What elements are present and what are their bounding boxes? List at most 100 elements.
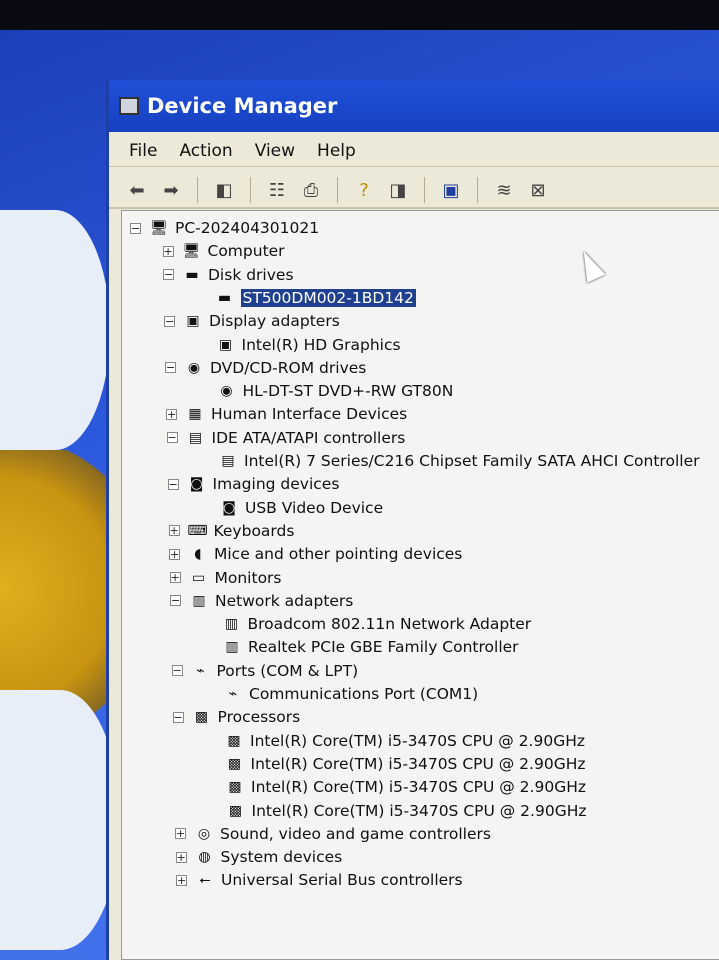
toolbar: ⬅ ➡ ◧ ☷ ⎙ ? ◨ ▣ ≋ ⊠ — [109, 167, 719, 209]
disk-drive-icon: ▬ — [185, 266, 199, 283]
tree-device[interactable]: ▩ Intel(R) Core(TM) i5-3470S CPU @ 2.90GH… — [205, 730, 585, 752]
uninstall-icon[interactable]: ⊠ — [526, 179, 550, 201]
tree-device[interactable]: ▥ Broadcom 802.11n Network Adapter — [203, 613, 531, 635]
print-icon[interactable]: ⎙ — [299, 179, 323, 201]
tree-category[interactable]: + ◎ Sound, video and game controllers — [175, 823, 491, 845]
collapse-icon[interactable]: − — [171, 665, 183, 677]
tree-device[interactable]: ▣ Intel(R) HD Graphics — [197, 334, 401, 356]
menu-file[interactable]: File — [129, 141, 157, 161]
tree-device[interactable]: ▩ Intel(R) Core(TM) i5-3470S CPU @ 2.90GH… — [206, 753, 586, 775]
tree-item-label: Intel(R) Core(TM) i5-3470S CPU @ 2.90GHz — [250, 731, 585, 750]
expand-icon[interactable]: + — [175, 851, 187, 863]
tree-item-label: Sound, video and game controllers — [220, 824, 491, 843]
tree-category[interactable]: − ⌁ Ports (COM & LPT) — [171, 660, 359, 682]
collapse-icon[interactable]: − — [170, 595, 181, 607]
tree-item-label: Communications Port (COM1) — [249, 685, 479, 703]
port-icon: ⌁ — [196, 662, 205, 679]
tree-category[interactable]: + ◍ System devices — [175, 846, 343, 868]
expand-icon[interactable]: + — [168, 525, 180, 537]
display-adapter-icon: ▣ — [218, 336, 233, 353]
processor-icon: ▩ — [194, 709, 209, 726]
tree-category[interactable]: − ◙ Imaging devices — [167, 473, 339, 495]
show-hide-action-pane-icon[interactable]: ◨ — [386, 179, 410, 201]
scan-hardware-icon[interactable]: ▣ — [439, 179, 463, 201]
toolbar-separator — [337, 177, 338, 203]
window-title: Device Manager — [147, 94, 338, 118]
tree-device[interactable]: ▬ ST500DM002-1BD142 — [196, 287, 416, 309]
collapse-icon[interactable]: − — [164, 315, 175, 327]
menu-help[interactable]: Help — [317, 141, 356, 161]
display-adapter-icon: ▣ — [186, 313, 200, 330]
expand-icon[interactable]: + — [169, 572, 181, 583]
expand-icon[interactable]: + — [162, 245, 174, 257]
show-hide-tree-icon[interactable]: ◧ — [212, 179, 236, 201]
tree-device[interactable]: ⌁ Communications Port (COM1) — [204, 683, 478, 705]
flower-petal — [0, 690, 120, 950]
network-adapter-icon: ▥ — [224, 616, 239, 633]
collapse-icon[interactable]: − — [172, 711, 184, 723]
tree-device[interactable]: ▤ Intel(R) 7 Series/C216 Chipset Family S… — [199, 450, 699, 472]
expand-icon[interactable]: + — [176, 874, 187, 886]
help-icon[interactable]: ? — [352, 179, 376, 201]
update-driver-icon[interactable]: ≋ — [492, 179, 516, 201]
tree-category[interactable]: + ▭ Monitors — [169, 567, 282, 589]
tree-item-label: Realtek PCIe GBE Family Controller — [248, 638, 519, 657]
camera-icon: ◙ — [189, 476, 204, 493]
processor-icon: ▩ — [228, 779, 242, 796]
ide-controller-icon: ▤ — [221, 453, 235, 469]
expand-icon[interactable]: + — [166, 408, 177, 420]
tree-item-label: Intel(R) 7 Series/C216 Chipset Family SA… — [244, 452, 700, 470]
tree-device[interactable]: ▥ Realtek PCIe GBE Family Controller — [203, 636, 519, 658]
title-bar[interactable]: Device Manager — [109, 80, 719, 132]
tree-category[interactable]: − ▣ Display adapters — [164, 310, 340, 332]
tree-item-label: DVD/CD-ROM drives — [210, 358, 367, 377]
forward-icon[interactable]: ➡ — [159, 179, 183, 201]
device-tree: − 🖥 PC-202404301021 + 🖥 Computer − ▬ Disk drives… — [121, 210, 719, 960]
tree-category[interactable]: − ◉ DVD/CD-ROM drives — [165, 357, 366, 379]
tree-item-label: Disk drives — [208, 265, 294, 284]
camera-icon: ◙ — [222, 499, 236, 516]
hid-icon: ▦ — [188, 406, 202, 423]
tree-item-label: Universal Serial Bus controllers — [221, 871, 463, 890]
device-manager-icon — [119, 97, 139, 115]
tree-device[interactable]: ◙ USB Video Device — [200, 497, 383, 519]
tree-device[interactable]: ▩ Intel(R) Core(TM) i5-3470S CPU @ 2.90GH… — [206, 776, 586, 798]
tree-item-label: Human Interface Devices — [211, 405, 408, 424]
tree-category[interactable]: + ◖ Mice and other pointing devices — [169, 543, 462, 565]
tree-item-label: System devices — [220, 848, 343, 867]
tree-category[interactable]: − ▥ Network adapters — [170, 590, 353, 612]
expand-icon[interactable]: + — [169, 548, 180, 560]
expand-icon[interactable]: + — [175, 828, 186, 840]
tree-item-label: HL-DT-ST DVD+-RW GT80N — [242, 382, 454, 401]
tree-item-label: Ports (COM & LPT) — [216, 661, 359, 680]
collapse-icon[interactable]: − — [163, 269, 174, 281]
processor-icon: ▩ — [227, 732, 241, 749]
toolbar-separator — [424, 177, 425, 203]
menu-action[interactable]: Action — [179, 141, 232, 161]
processor-icon: ▩ — [228, 802, 243, 819]
menu-view[interactable]: View — [255, 141, 295, 161]
tree-device[interactable]: ◉ HL-DT-ST DVD+-RW GT80N — [198, 380, 454, 402]
tree-root[interactable]: − 🖥 PC-202404301021 — [130, 217, 319, 239]
flower-petal — [0, 210, 110, 450]
collapse-icon[interactable]: − — [130, 222, 141, 234]
tree-device[interactable]: ▩ Intel(R) Core(TM) i5-3470S CPU @ 2.90GH… — [207, 800, 587, 822]
tree-category[interactable]: + ▦ Human Interface Devices — [166, 403, 407, 425]
tree-category[interactable]: − ▩ Processors — [172, 706, 300, 728]
back-icon[interactable]: ⬅ — [125, 179, 149, 201]
collapse-icon[interactable]: − — [166, 432, 178, 444]
properties-icon[interactable]: ☷ — [265, 179, 289, 201]
dvd-drive-icon: ◉ — [220, 383, 233, 400]
tree-item-label: Computer — [207, 242, 285, 261]
tree-category[interactable]: − ▤ IDE ATA/ATAPI controllers — [166, 427, 405, 449]
tree-item-label: Monitors — [214, 568, 282, 587]
tree-category[interactable]: + ⭠ Universal Serial Bus controllers — [176, 869, 463, 891]
tree-category[interactable]: + 🖥 Computer — [162, 240, 285, 262]
collapse-icon[interactable]: − — [165, 362, 176, 374]
tree-category[interactable]: + ⌨ Keyboards — [168, 520, 294, 542]
keyboard-icon: ⌨ — [187, 522, 208, 539]
mouse-icon: ◖ — [194, 546, 202, 563]
dvd-drive-icon: ◉ — [187, 359, 201, 376]
tree-category[interactable]: − ▬ Disk drives — [163, 264, 294, 286]
collapse-icon[interactable]: − — [167, 478, 179, 490]
